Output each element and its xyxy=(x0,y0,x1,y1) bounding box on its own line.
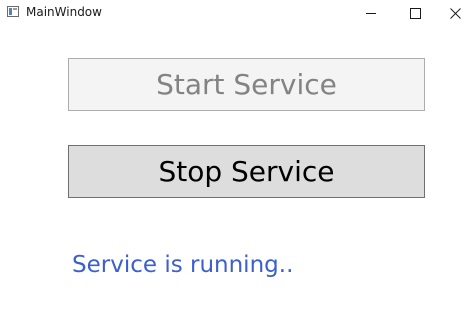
close-button[interactable] xyxy=(432,0,474,26)
maximize-icon xyxy=(409,7,421,19)
title-bar[interactable]: MainWindow xyxy=(0,0,474,26)
service-status-text: Service is running.. xyxy=(72,252,294,278)
main-window: MainWindow Start Service Stop Service Se… xyxy=(0,0,474,313)
start-service-button[interactable]: Start Service xyxy=(68,58,425,111)
window-title: MainWindow xyxy=(26,5,102,19)
close-icon xyxy=(449,7,461,19)
minimize-button[interactable] xyxy=(348,0,394,26)
stop-service-button[interactable]: Stop Service xyxy=(68,145,425,198)
minimize-icon xyxy=(366,8,376,18)
app-window-icon xyxy=(7,6,19,17)
